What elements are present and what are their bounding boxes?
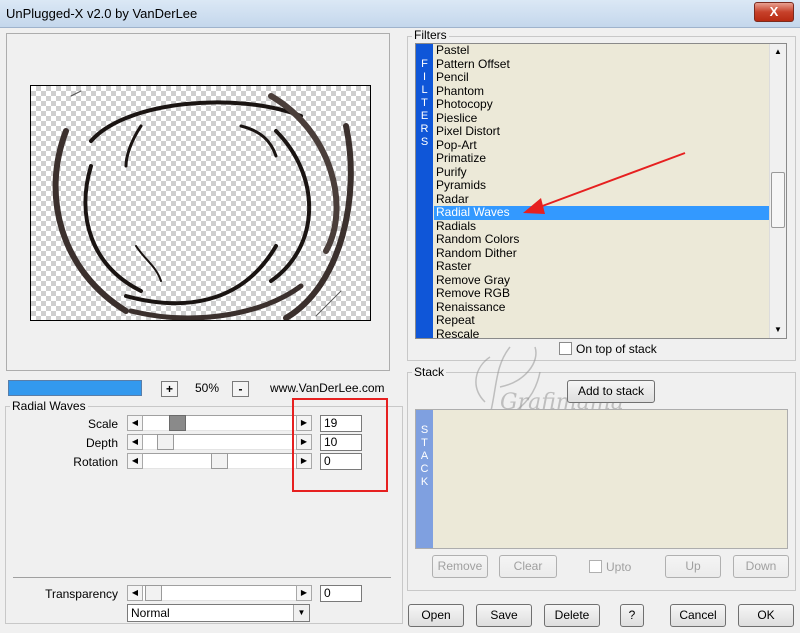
annotation-highlight-box [292,398,388,492]
website-link[interactable]: www.VanDerLee.com [270,381,385,395]
depth-decrease-arrow[interactable]: ◀ [127,434,143,450]
depth-slider-thumb[interactable] [157,434,174,450]
filter-item[interactable]: Phantom [434,84,771,99]
stack-list[interactable]: STACK [415,409,788,549]
filter-item[interactable]: Pastel [434,44,771,58]
filter-item[interactable]: Raster [434,259,771,274]
on-top-of-stack-label: On top of stack [576,342,657,356]
filter-item[interactable]: Rescale [434,327,771,338]
zoom-level: 50% [194,381,220,395]
zoom-in-button[interactable]: + [161,381,178,397]
on-top-of-stack-checkbox[interactable] [559,342,572,355]
blend-mode-value: Normal [131,606,170,620]
stack-vertical-label: STACK [416,410,433,548]
filter-item[interactable]: Radials [434,219,771,234]
transparency-value-field[interactable]: 0 [320,585,362,602]
filter-item[interactable]: Pieslice [434,111,771,126]
filter-item[interactable]: Random Dither [434,246,771,261]
ok-button[interactable]: OK [738,604,794,627]
scale-slider-thumb[interactable] [169,415,186,431]
help-button[interactable]: ? [620,604,644,627]
scale-decrease-arrow[interactable]: ◀ [127,415,143,431]
filter-item[interactable]: Pixel Distort [434,124,771,139]
rotation-slider-track[interactable] [143,453,296,469]
transparency-slider-track[interactable] [143,585,296,601]
filter-item[interactable]: Renaissance [434,300,771,315]
transparency-slider-thumb[interactable] [145,585,162,601]
filter-item[interactable]: Random Colors [434,232,771,247]
transparency-increase-arrow[interactable]: ▶ [296,585,312,601]
transparency-label: Transparency [45,587,118,601]
up-button[interactable]: Up [665,555,721,578]
remove-button[interactable]: Remove [432,555,488,578]
progress-bar [8,380,142,396]
blend-mode-select[interactable]: Normal ▼ [127,604,310,622]
transparency-decrease-arrow[interactable]: ◀ [127,585,143,601]
clear-button[interactable]: Clear [499,555,557,578]
filters-scrollbar[interactable]: ▲ ▼ [769,44,786,338]
depth-slider-track[interactable] [143,434,296,450]
filter-item[interactable]: Repeat [434,313,771,328]
upto-checkbox[interactable] [589,560,602,573]
scroll-down-arrow[interactable]: ▼ [770,322,786,338]
filter-item[interactable]: Pencil [434,70,771,85]
down-button[interactable]: Down [733,555,789,578]
close-button[interactable]: X [754,2,794,22]
save-button[interactable]: Save [476,604,532,627]
open-button[interactable]: Open [408,604,464,627]
scroll-up-arrow[interactable]: ▲ [770,44,786,60]
filter-item[interactable]: Remove RGB [434,286,771,301]
filter-item[interactable]: Photocopy [434,97,771,112]
rotation-decrease-arrow[interactable]: ◀ [127,453,143,469]
chevron-down-icon[interactable]: ▼ [293,605,309,621]
scale-label: Scale [87,417,118,431]
preview-image[interactable] [30,85,371,321]
scrollbar-thumb[interactable] [771,172,785,228]
title-bar: UnPlugged-X v2.0 by VanDerLee X [0,0,800,28]
filter-item[interactable]: Remove Gray [434,273,771,288]
rotation-slider-thumb[interactable] [211,453,228,469]
depth-label: Depth [85,436,118,450]
annotation-arrow [523,152,686,214]
radial-waves-preview-art [52,90,354,321]
delete-button[interactable]: Delete [544,604,600,627]
add-to-stack-button[interactable]: Add to stack [567,380,655,403]
scale-slider-track[interactable] [143,415,296,431]
rotation-label: Rotation [73,455,118,469]
transparency-divider [13,577,391,578]
filters-group-label: Filters [412,28,449,42]
params-group-label: Radial Waves [10,399,88,413]
stack-group-label: Stack [412,365,447,379]
filters-vertical-label: FILTERS [416,44,433,338]
zoom-out-button[interactable]: - [232,381,249,397]
window-title: UnPlugged-X v2.0 by VanDerLee [6,6,198,21]
upto-label: Upto [606,560,632,574]
filter-item[interactable]: Pattern Offset [434,57,771,72]
cancel-button[interactable]: Cancel [670,604,726,627]
